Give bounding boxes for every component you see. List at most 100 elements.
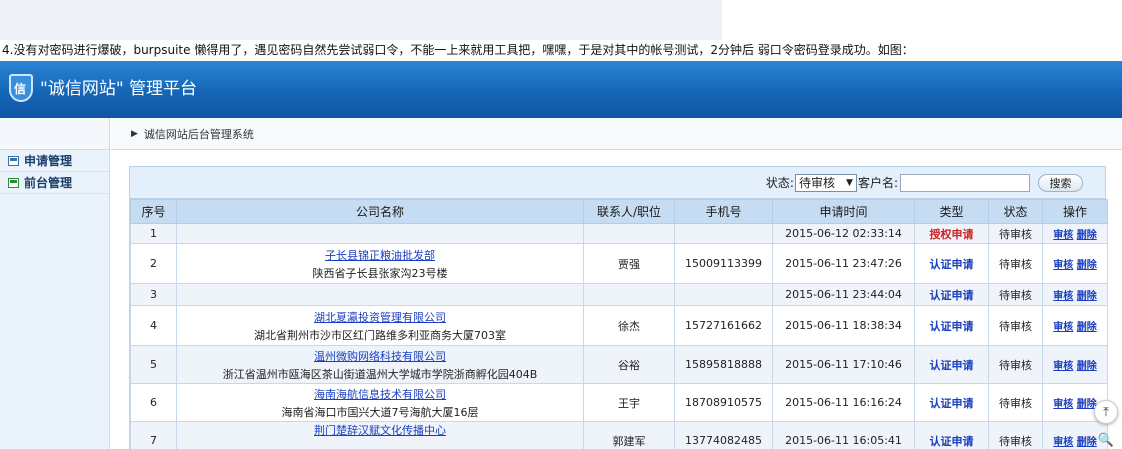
cell-time: 2015-06-11 17:10:46 xyxy=(772,345,915,384)
table-row: 6 海南海航信息技术有限公司 海南省海口市国兴大道7号海航大厦16层 王宇 187… xyxy=(130,383,1108,422)
col-header-ops: 操作 xyxy=(1042,199,1108,224)
delete-link[interactable]: 删除 xyxy=(1077,260,1097,271)
company-address: 浙江省温州市瓯海区茶山街道温州大学城市学院浙商孵化园404B xyxy=(222,367,538,381)
review-link[interactable]: 审核 xyxy=(1053,437,1073,448)
cell-phone xyxy=(674,223,773,244)
cell-company xyxy=(176,223,584,244)
delete-link[interactable]: 删除 xyxy=(1077,230,1097,241)
magnifier-icon: 🔍 xyxy=(1097,432,1115,448)
cell-no: 7 xyxy=(130,421,177,449)
company-address: 海南省海口市国兴大道7号海航大厦16层 xyxy=(281,405,479,419)
cell-no: 1 xyxy=(130,223,177,244)
cell-type: 授权申请 xyxy=(914,223,989,244)
cell-status: 待审核 xyxy=(988,305,1043,346)
cell-time: 2015-06-11 23:44:04 xyxy=(772,283,915,306)
cell-phone: 15009113399 xyxy=(674,243,773,284)
application-table: 序号 公司名称 联系人/职位 手机号 申请时间 类型 状态 操作 1 2015-… xyxy=(130,199,1108,449)
cell-ops: 审核 删除 xyxy=(1042,283,1108,306)
col-header-time: 申请时间 xyxy=(772,199,915,224)
cell-type: 认证申请 xyxy=(914,283,989,306)
top-gray-area xyxy=(0,0,722,40)
cell-status: 待审核 xyxy=(988,283,1043,306)
cell-time: 2015-06-11 16:05:41 xyxy=(772,421,915,449)
cell-time: 2015-06-12 02:33:14 xyxy=(772,223,915,244)
cell-time: 2015-06-11 18:38:34 xyxy=(772,305,915,346)
review-link[interactable]: 审核 xyxy=(1053,260,1073,271)
cell-phone: 15727161662 xyxy=(674,305,773,346)
cell-time: 2015-06-11 23:47:26 xyxy=(772,243,915,284)
cell-ops: 审核 删除 xyxy=(1042,345,1108,384)
company-link[interactable]: 温州微购网络科技有限公司 xyxy=(179,348,581,364)
sidebar-item-frontend-manage[interactable]: 前台管理 xyxy=(0,172,109,194)
search-button[interactable]: 搜索 xyxy=(1038,173,1083,192)
shield-logo-icon: 信 xyxy=(9,74,33,102)
review-link[interactable]: 审核 xyxy=(1053,322,1073,333)
table-row: 3 2015-06-11 23:44:04 认证申请 待审核 审核 删除 xyxy=(130,283,1108,306)
cell-no: 3 xyxy=(130,283,177,306)
cell-company: 温州微购网络科技有限公司 浙江省温州市瓯海区茶山街道温州大学城市学院浙商孵化园40… xyxy=(176,345,584,384)
table-row: 2 子长县锦正粮油批发部 陕西省子长县张家沟23号楼 贾强 15009113399… xyxy=(130,243,1108,284)
admin-app: 信 "诚信网站" 管理平台 申请管理 前台管理 ▶ 诚信网站后台管理系统 状态:… xyxy=(0,61,1122,449)
cell-company: 子长县锦正粮油批发部 陕西省子长县张家沟23号楼 xyxy=(176,243,584,284)
cell-contact xyxy=(583,223,675,244)
cell-contact: 贾强 xyxy=(583,243,675,284)
sidebar-item-label: 申请管理 xyxy=(24,154,73,168)
review-link[interactable]: 审核 xyxy=(1053,399,1073,410)
cell-phone: 18708910575 xyxy=(674,383,773,422)
cell-contact: 谷裕 xyxy=(583,345,675,384)
sidebar-header xyxy=(0,118,109,150)
cell-contact: 郭建军 xyxy=(583,421,675,449)
cell-ops: 审核 删除 xyxy=(1042,243,1108,284)
chevron-down-icon: ▼ xyxy=(846,177,853,188)
app-title: "诚信网站" 管理平台 xyxy=(40,79,198,99)
table-row: 1 2015-06-12 02:33:14 授权申请 待审核 审核 删除 xyxy=(130,223,1108,244)
cell-contact: 徐杰 xyxy=(583,305,675,346)
zoom-button[interactable]: 🔍 xyxy=(1094,428,1118,449)
scroll-to-top-button[interactable]: ⤒ xyxy=(1094,400,1118,424)
status-label: 状态: xyxy=(765,176,794,190)
sidebar-item-label: 前台管理 xyxy=(24,176,73,190)
cell-company: 湖北夏瀛投资管理有限公司 湖北省荆州市沙市区红门路维多利亚商务大厦703室 xyxy=(176,305,584,346)
company-link[interactable]: 湖北夏瀛投资管理有限公司 xyxy=(179,309,581,325)
cell-no: 5 xyxy=(130,345,177,384)
cell-phone xyxy=(674,283,773,306)
table-header-row: 序号 公司名称 联系人/职位 手机号 申请时间 类型 状态 操作 xyxy=(130,199,1108,224)
col-header-no: 序号 xyxy=(130,199,177,224)
sidebar-item-apply-manage[interactable]: 申请管理 xyxy=(0,150,109,172)
review-link[interactable]: 审核 xyxy=(1053,291,1073,302)
arrow-right-icon: ▶ xyxy=(131,128,138,139)
review-link[interactable]: 审核 xyxy=(1053,230,1073,241)
cell-contact xyxy=(583,283,675,306)
delete-link[interactable]: 删除 xyxy=(1077,361,1097,372)
list-panel: 状态: 待审核 ▼ 客户名: 搜索 序号 公司名称 联系人/职位 手机号 申请时… xyxy=(129,166,1108,449)
cell-contact: 王宇 xyxy=(583,383,675,422)
cell-company: 海南海航信息技术有限公司 海南省海口市国兴大道7号海航大厦16层 xyxy=(176,383,584,422)
review-link[interactable]: 审核 xyxy=(1053,361,1073,372)
status-select[interactable]: 待审核 ▼ xyxy=(794,173,857,192)
col-header-contact: 联系人/职位 xyxy=(583,199,675,224)
cell-status: 待审核 xyxy=(988,383,1043,422)
delete-link[interactable]: 删除 xyxy=(1077,322,1097,333)
logo-text: 信 xyxy=(14,82,27,96)
company-link[interactable]: 子长县锦正粮油批发部 xyxy=(179,247,581,263)
cell-type: 认证申请 xyxy=(914,305,989,346)
cell-type: 认证申请 xyxy=(914,383,989,422)
cell-type: 认证申请 xyxy=(914,345,989,384)
breadcrumb: ▶ 诚信网站后台管理系统 xyxy=(111,118,1122,150)
cell-no: 6 xyxy=(130,383,177,422)
filter-bar: 状态: 待审核 ▼ 客户名: 搜索 xyxy=(130,167,1105,199)
col-header-type: 类型 xyxy=(914,199,989,224)
cell-status: 待审核 xyxy=(988,223,1043,244)
cell-no: 4 xyxy=(130,305,177,346)
col-header-phone: 手机号 xyxy=(674,199,773,224)
breadcrumb-text: 诚信网站后台管理系统 xyxy=(143,127,254,141)
company-link[interactable]: 荆门楚辞汉赋文化传播中心 xyxy=(179,422,581,438)
company-link[interactable]: 海南海航信息技术有限公司 xyxy=(179,386,581,402)
delete-link[interactable]: 删除 xyxy=(1077,291,1097,302)
table-row: 5 温州微购网络科技有限公司 浙江省温州市瓯海区茶山街道温州大学城市学院浙商孵化园… xyxy=(130,345,1108,384)
cell-phone: 15895818888 xyxy=(674,345,773,384)
col-header-status: 状态 xyxy=(988,199,1043,224)
customer-label: 客户名: xyxy=(857,176,898,190)
customer-name-input[interactable] xyxy=(900,173,1030,192)
app-header: 信 "诚信网站" 管理平台 xyxy=(0,61,1122,118)
